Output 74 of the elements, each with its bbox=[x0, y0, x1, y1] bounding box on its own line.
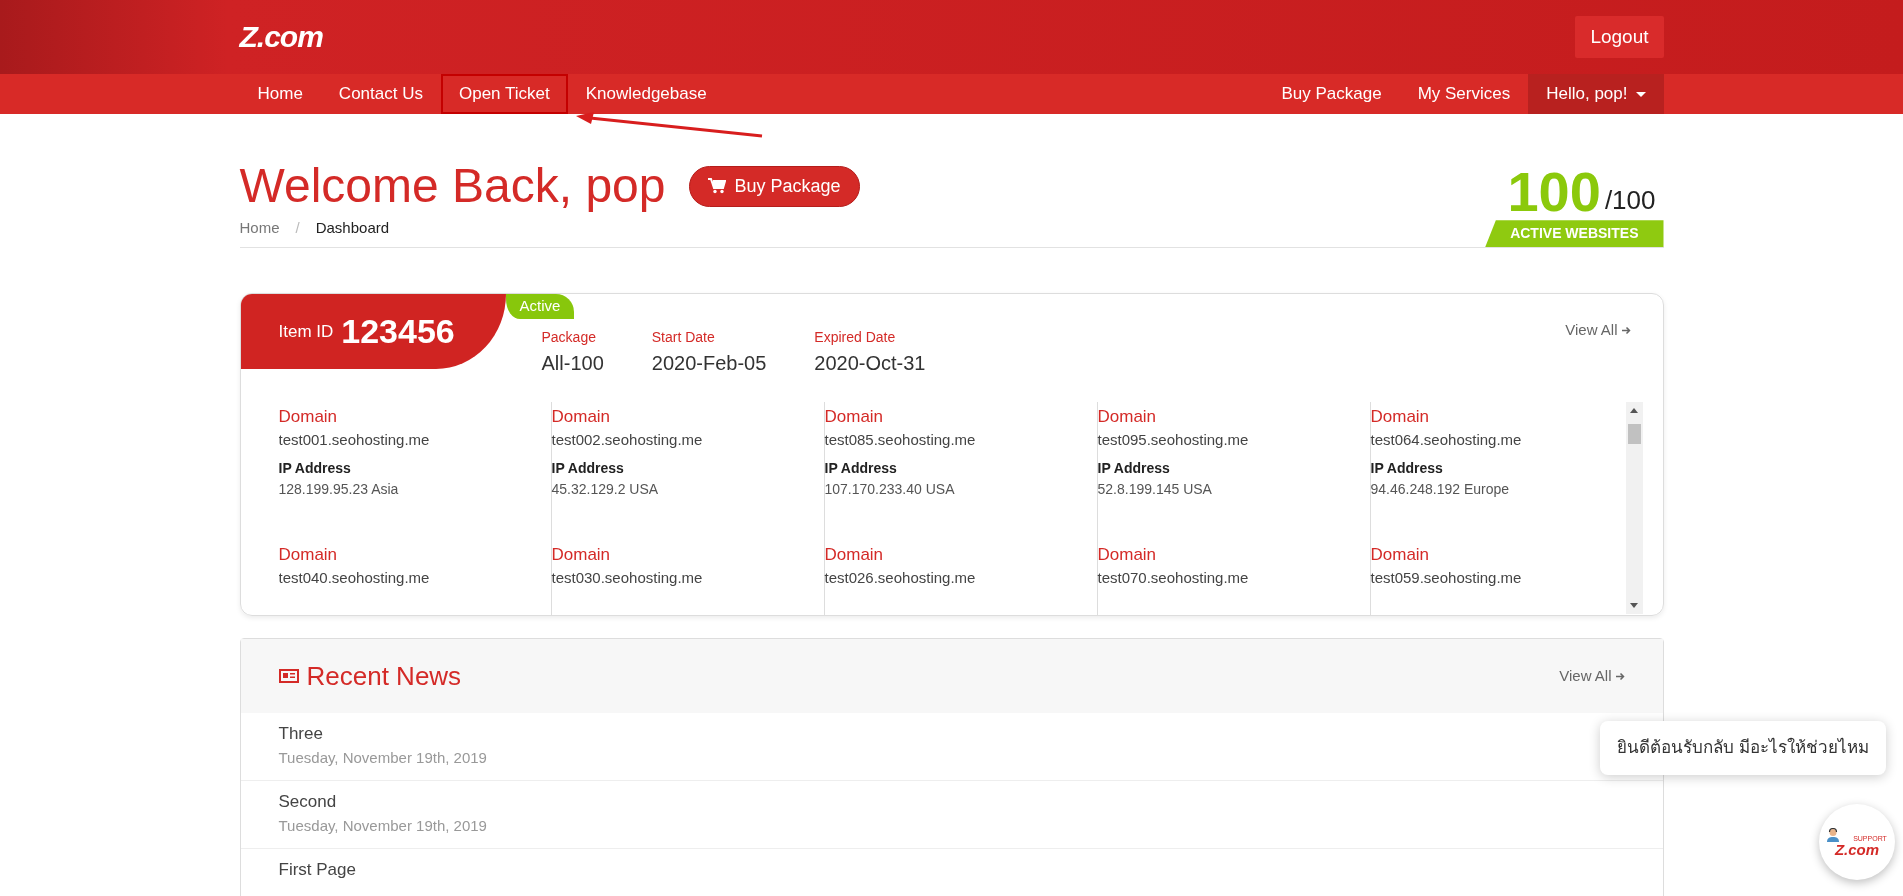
field-value: All-100 bbox=[541, 350, 604, 376]
breadcrumb-separator: / bbox=[295, 217, 300, 238]
item-id-label: Item ID bbox=[278, 321, 334, 344]
ip-address: 128.199.95.23 Asia bbox=[278, 479, 400, 499]
ip-label: IP Address bbox=[551, 458, 625, 478]
field-value: 2020-Feb-05 bbox=[651, 350, 767, 376]
view-all-link[interactable]: View All bbox=[1559, 665, 1625, 688]
ip-address: 94.46.248.192 Europe bbox=[1370, 479, 1511, 499]
ip-address: 107.170.233.40 USA bbox=[824, 479, 956, 499]
field-label: Start Date bbox=[651, 327, 716, 347]
page-title: Welcome Back, pop bbox=[239, 160, 666, 213]
domain-name: test095.seohosting.me bbox=[1097, 430, 1250, 451]
domain-label: Domain bbox=[278, 543, 339, 566]
logo[interactable]: Z.com bbox=[239, 22, 323, 52]
buy-package-button[interactable]: Buy Package bbox=[689, 165, 860, 207]
scrollbar[interactable] bbox=[1625, 401, 1643, 614]
domain-name: test064.seohosting.me bbox=[1370, 430, 1523, 451]
news-date: Tuesday, November 19th, 2019 bbox=[278, 815, 488, 836]
news-title[interactable]: Three bbox=[278, 721, 323, 747]
ip-label: IP Address bbox=[824, 458, 898, 478]
nav-link[interactable]: Home bbox=[239, 74, 321, 114]
domain-name: test059.seohosting.me bbox=[1370, 568, 1523, 589]
support-agent-icon bbox=[1827, 827, 1840, 842]
website-count: 100 bbox=[1507, 164, 1601, 221]
ip-label: IP Address bbox=[1097, 458, 1171, 478]
user-menu[interactable]: Hello, pop! bbox=[1528, 74, 1664, 114]
field-value: 2020-Oct-31 bbox=[814, 350, 926, 376]
view-all-link[interactable]: View All bbox=[1565, 319, 1631, 342]
domain-label: Domain bbox=[1370, 543, 1431, 566]
website-total: /100 bbox=[1604, 184, 1656, 218]
domain-label: Domain bbox=[1370, 405, 1431, 428]
news-date: Tuesday, November 19th, 2019 bbox=[278, 747, 488, 768]
nav-link[interactable]: Contact Us bbox=[320, 74, 441, 114]
domain-name: test026.seohosting.me bbox=[824, 568, 977, 589]
domain-name: test085.seohosting.me bbox=[824, 430, 977, 451]
ip-label: IP Address bbox=[1370, 458, 1444, 478]
domain-name: test040.seohosting.me bbox=[278, 568, 431, 589]
news-title[interactable]: Second bbox=[278, 789, 337, 815]
status-tag: Active bbox=[505, 294, 575, 319]
domain-name: test070.seohosting.me bbox=[1097, 568, 1250, 589]
domain-name: test002.seohosting.me bbox=[551, 430, 704, 451]
nav-link[interactable]: Open Ticket bbox=[440, 74, 568, 114]
nav-link[interactable]: My Services bbox=[1399, 74, 1529, 114]
nav-link[interactable]: Buy Package bbox=[1263, 74, 1400, 114]
caret-icon bbox=[1635, 91, 1646, 97]
cart-icon bbox=[708, 178, 727, 195]
newspaper-icon bbox=[278, 669, 299, 684]
section-title: Recent News bbox=[306, 659, 462, 693]
arrow-right-icon bbox=[1615, 671, 1625, 681]
user-greeting: Hello, pop! bbox=[1546, 83, 1628, 106]
domain-name: test001.seohosting.me bbox=[278, 430, 431, 451]
chat-greeting-toast: ยินดีต้อนรับกลับ มีอะไรให้ช่วยไหม bbox=[1600, 721, 1886, 775]
ip-address: 52.8.199.145 USA bbox=[1097, 479, 1213, 499]
ip-address: 45.32.129.2 USA bbox=[551, 479, 660, 499]
active-websites-label: ACTIVE WEBSITES bbox=[1485, 220, 1664, 248]
domain-label: Domain bbox=[1097, 405, 1158, 428]
breadcrumb-item: Dashboard bbox=[315, 217, 390, 238]
support-logo: Z.com bbox=[1834, 841, 1880, 857]
domain-label: Domain bbox=[278, 405, 339, 428]
field-label: Expired Date bbox=[814, 327, 897, 347]
field-label: Package bbox=[541, 327, 597, 347]
domain-label: Domain bbox=[824, 543, 885, 566]
news-title[interactable]: First Page bbox=[278, 857, 356, 883]
logout-button[interactable]: Logout bbox=[1575, 15, 1664, 59]
domain-label: Domain bbox=[1097, 543, 1158, 566]
arrow-right-icon bbox=[1621, 326, 1631, 336]
breadcrumb-item[interactable]: Home bbox=[239, 216, 280, 240]
ip-label: IP Address bbox=[278, 458, 352, 478]
nav-link[interactable]: Knowledgebase bbox=[567, 74, 725, 114]
domain-label: Domain bbox=[551, 543, 612, 566]
item-id: 123456 bbox=[341, 311, 455, 353]
domain-name: test030.seohosting.me bbox=[551, 568, 704, 589]
domain-label: Domain bbox=[551, 405, 612, 428]
domain-label: Domain bbox=[824, 405, 885, 428]
